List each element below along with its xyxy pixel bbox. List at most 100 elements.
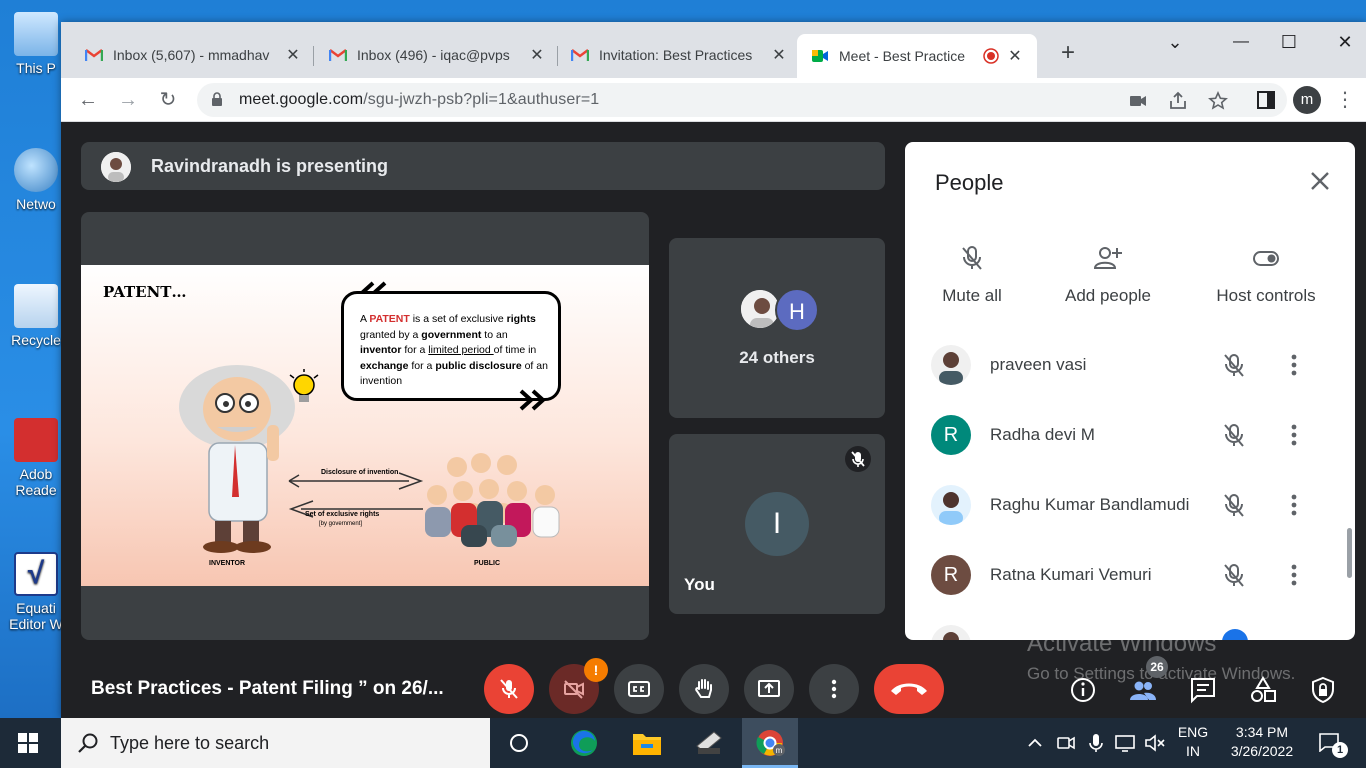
mic-off-icon[interactable]: [1221, 492, 1247, 518]
camera-in-use-icon[interactable]: [1127, 90, 1149, 112]
more-options-icon[interactable]: [1289, 562, 1299, 588]
share-icon[interactable]: [1167, 90, 1189, 112]
participant-row[interactable]: praveen vasi: [905, 330, 1355, 400]
network-icon: [14, 148, 58, 192]
tab-invitation[interactable]: Invitation: Best Practices ✕: [561, 40, 797, 70]
forward-button[interactable]: →: [115, 87, 141, 113]
participant-row[interactable]: R Ratna Kumari Vemuri: [905, 540, 1355, 610]
tab-close-button[interactable]: ✕: [771, 45, 787, 65]
more-options-icon[interactable]: [1289, 422, 1299, 448]
clock[interactable]: 3:34 PM 3/26/2022: [1220, 718, 1304, 768]
participant-initial-avatar: H: [775, 288, 819, 332]
tab-close-button[interactable]: ✕: [529, 45, 545, 65]
browser-window: Inbox (5,607) - mmadhav ✕ Inbox (496) - …: [61, 22, 1366, 718]
inventor-label: INVENTOR: [209, 560, 246, 567]
taskbar-scanner-app[interactable]: [684, 718, 734, 768]
raise-hand-button[interactable]: [679, 664, 729, 714]
tab-meet-active[interactable]: Meet - Best Practice ✕: [797, 34, 1037, 78]
more-options-icon[interactable]: [1289, 352, 1299, 378]
taskbar-search-box[interactable]: Type here to search: [61, 718, 490, 768]
panel-scrollbar[interactable]: [1347, 528, 1352, 578]
leave-call-button[interactable]: [874, 664, 944, 714]
presentation-slide: PATENT… A PATENT is a set of exclusive r…: [81, 265, 649, 586]
chrome-icon: m: [756, 730, 785, 756]
edge-icon: [571, 730, 597, 756]
chevron-right-double-icon: [519, 389, 546, 411]
presenting-banner: Ravindranadh is presenting: [81, 142, 885, 190]
self-label: You: [684, 575, 715, 594]
more-vertical-icon: [831, 679, 837, 699]
participant-row[interactable]: Raghu Kumar Bandlamudi: [905, 470, 1355, 540]
reload-button[interactable]: ↻: [155, 87, 181, 113]
camera-toggle-button[interactable]: !: [549, 658, 608, 714]
taskbar-edge[interactable]: [559, 718, 609, 768]
desktop-icon-recycle-bin[interactable]: Recycle: [4, 284, 68, 348]
desktop-icon-equation-editor[interactable]: √ Equati Editor W: [4, 552, 68, 632]
address-bar[interactable]: meet.google.com/sgu-jwzh-psb?pli=1&authu…: [197, 83, 1287, 117]
browser-menu-icon[interactable]: ⋮: [1335, 87, 1355, 113]
more-options-icon[interactable]: [1289, 492, 1299, 518]
host-controls-button[interactable]: Host controls: [1211, 244, 1321, 306]
close-panel-icon[interactable]: [1307, 168, 1333, 194]
tab-gmail-1[interactable]: Inbox (5,607) - mmadhav ✕: [75, 40, 311, 70]
activities-icon[interactable]: [1249, 676, 1277, 704]
tab-gmail-2[interactable]: Inbox (496) - iqac@pvps ✕: [319, 40, 555, 70]
others-tile[interactable]: H 24 others: [669, 238, 885, 418]
mic-off-icon[interactable]: [1221, 422, 1247, 448]
task-view-button[interactable]: [494, 718, 544, 768]
show-hidden-icons-chevron-icon[interactable]: [1026, 735, 1044, 751]
self-tile[interactable]: I You: [669, 434, 885, 614]
add-people-button[interactable]: Add people: [1061, 244, 1155, 306]
tab-close-button[interactable]: ✕: [1007, 46, 1023, 66]
participant-initial-avatar: R: [931, 415, 971, 455]
volume-muted-icon[interactable]: [1144, 733, 1166, 753]
side-panel-icon[interactable]: [1255, 89, 1277, 111]
network-tray-icon[interactable]: [1114, 733, 1138, 753]
bookmark-star-icon[interactable]: [1207, 90, 1229, 112]
meeting-details-icon[interactable]: [1069, 676, 1097, 704]
lightbulb-icon: [289, 369, 319, 402]
lock-icon: [212, 92, 222, 106]
microphone-tray-icon[interactable]: [1086, 732, 1106, 754]
camera-off-icon: [564, 680, 584, 699]
more-options-button[interactable]: [809, 664, 859, 714]
captions-button[interactable]: [614, 664, 664, 714]
mic-off-icon[interactable]: [1221, 562, 1247, 588]
minimize-button[interactable]: —: [1221, 30, 1261, 54]
window-close-button[interactable]: ✕: [1325, 30, 1365, 54]
camera-tray-icon[interactable]: [1056, 733, 1076, 753]
google-meet-icon: [812, 50, 828, 62]
desktop-icon-adobe-reader[interactable]: Adob Reade: [4, 418, 68, 498]
desktop-icon-network[interactable]: Netwo: [4, 148, 68, 212]
mute-all-button[interactable]: Mute all: [939, 244, 1005, 306]
windows-start-icon[interactable]: [18, 733, 38, 753]
people-icon[interactable]: [1129, 676, 1157, 704]
mic-off-icon[interactable]: [1221, 352, 1247, 378]
host-controls-shield-icon[interactable]: [1309, 676, 1337, 704]
closed-captions-icon: [628, 681, 650, 697]
maximize-button[interactable]: ☐: [1269, 30, 1309, 54]
tab-close-button[interactable]: ✕: [285, 45, 301, 65]
notification-center-button[interactable]: 1: [1312, 718, 1352, 768]
new-tab-button[interactable]: +: [1056, 41, 1080, 66]
present-icon: [758, 680, 780, 697]
chat-icon[interactable]: [1189, 676, 1217, 704]
participant-initial-avatar: R: [931, 555, 971, 595]
participant-row[interactable]: R Radha devi M: [905, 400, 1355, 470]
presentation-stage: PATENT… A PATENT is a set of exclusive r…: [81, 212, 649, 640]
back-button[interactable]: ←: [75, 87, 101, 113]
taskbar-chrome-active[interactable]: m: [742, 718, 798, 768]
mic-toggle-button[interactable]: [484, 664, 534, 714]
self-avatar: I: [745, 492, 809, 556]
profile-avatar[interactable]: m: [1293, 86, 1321, 114]
mic-off-icon: [962, 246, 982, 270]
person-photo-icon: [939, 492, 963, 525]
taskbar-file-explorer[interactable]: [622, 718, 672, 768]
input-language[interactable]: ENG IN: [1172, 718, 1214, 768]
add-person-icon: [1093, 247, 1122, 269]
present-screen-button[interactable]: [744, 664, 794, 714]
notification-count-badge: 1: [1332, 742, 1348, 758]
desktop-icon-this-pc[interactable]: This P: [4, 12, 68, 76]
tab-search-chevron-icon[interactable]: ⌄: [1155, 30, 1195, 54]
mic-off-icon: [851, 451, 865, 467]
